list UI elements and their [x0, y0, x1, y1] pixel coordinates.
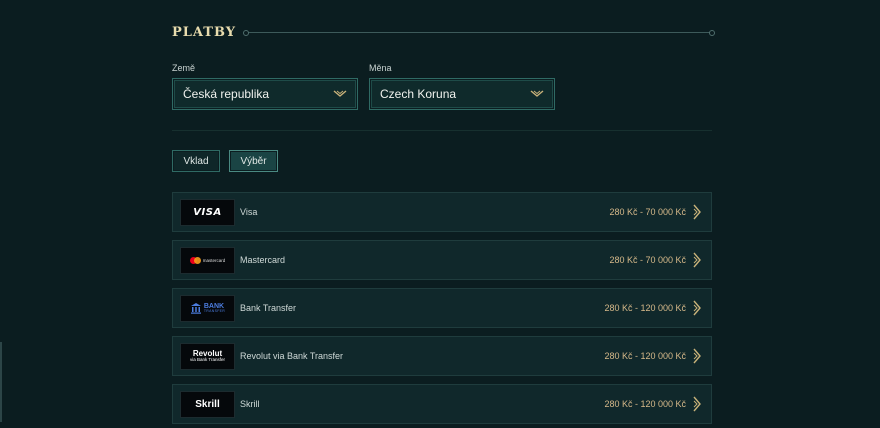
method-range: 280 Kč - 120 000 Kč	[604, 351, 686, 361]
chevron-right-icon	[693, 396, 701, 412]
method-range: 280 Kč - 120 000 Kč	[604, 303, 686, 313]
currency-label: Měna	[369, 63, 392, 73]
method-range: 280 Kč - 70 000 Kč	[609, 207, 686, 217]
country-label: Země	[172, 63, 196, 73]
skrill-logo: Skrill	[180, 390, 235, 418]
method-name: Visa	[240, 207, 258, 217]
bank-transfer-logo: BANK TRANSFER	[180, 294, 235, 322]
section-title: PLATBY	[172, 24, 237, 40]
chevron-right-icon	[693, 204, 701, 220]
tab-withdraw[interactable]: Výběr	[229, 150, 278, 172]
chevron-right-icon	[693, 252, 701, 268]
visa-logo: VISA	[180, 198, 235, 226]
method-range: 280 Kč - 120 000 Kč	[604, 399, 686, 409]
mastercard-logo: mastercard	[180, 246, 235, 274]
mastercard-circles-icon	[189, 256, 201, 264]
method-range: 280 Kč - 70 000 Kč	[609, 255, 686, 265]
section-header: PLATBY	[172, 24, 715, 40]
tab-deposit[interactable]: Vklad	[172, 150, 220, 172]
bank-icon	[190, 303, 201, 314]
payment-method-revolut[interactable]: Revolut via Bank Transfer Revolut via Ba…	[172, 336, 712, 376]
payment-method-visa[interactable]: VISA Visa 280 Kč - 70 000 Kč	[172, 192, 712, 232]
method-name: Skrill	[240, 399, 260, 409]
revolut-logo-subtext: via Bank Transfer	[189, 356, 225, 362]
currency-select[interactable]: Czech Koruna	[369, 78, 555, 110]
edge-scroll-indicator	[0, 342, 2, 422]
payment-method-skrill[interactable]: Skrill Skrill 280 Kč - 120 000 Kč	[172, 384, 712, 424]
chevron-right-icon	[693, 300, 701, 316]
payment-method-bank-transfer[interactable]: BANK TRANSFER Bank Transfer 280 Kč - 120…	[172, 288, 712, 328]
method-name: Mastercard	[240, 255, 286, 265]
chevron-down-icon	[333, 90, 347, 97]
divider	[172, 130, 712, 131]
country-value: Česká republika	[183, 87, 270, 101]
revolut-logo: Revolut via Bank Transfer	[180, 342, 235, 370]
chevron-right-icon	[693, 348, 701, 364]
title-divider	[243, 29, 715, 36]
country-select[interactable]: Česká republika	[172, 78, 358, 110]
bank-logo-subtext: TRANSFER	[203, 308, 226, 313]
method-name: Revolut via Bank Transfer	[240, 351, 344, 361]
chevron-down-icon	[530, 90, 544, 97]
mastercard-logo-text: mastercard	[202, 257, 226, 263]
method-name: Bank Transfer	[240, 303, 297, 313]
payment-method-mastercard[interactable]: mastercard Mastercard 280 Kč - 70 000 Kč	[172, 240, 712, 280]
currency-value: Czech Koruna	[380, 87, 457, 101]
